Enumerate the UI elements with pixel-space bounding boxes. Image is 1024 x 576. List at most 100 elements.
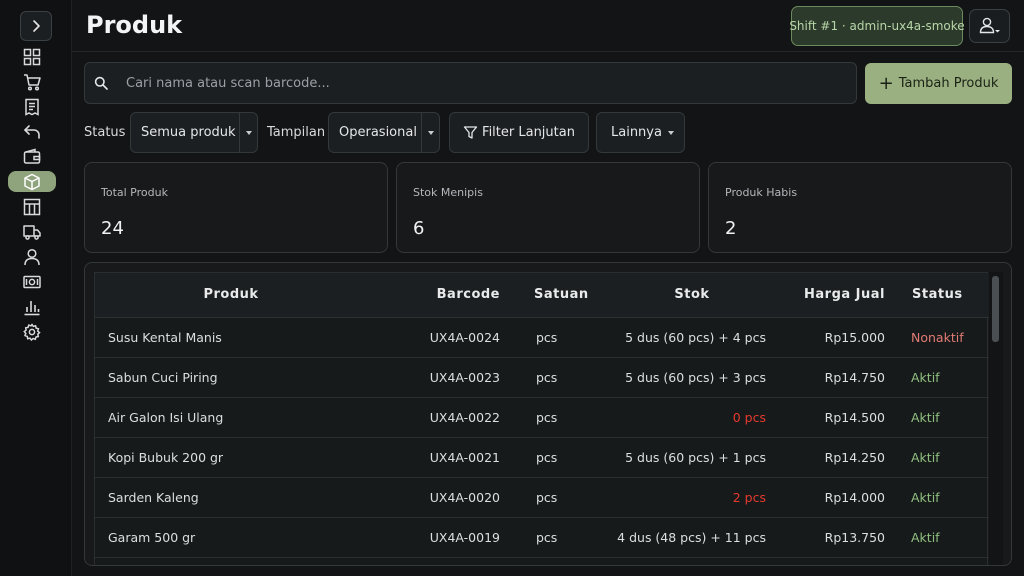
column-header-product[interactable]: Produk [95,273,367,318]
cell-status: Aktif [885,477,989,518]
more-options-button[interactable]: Lainnya [596,112,685,153]
column-header-unit[interactable]: Satuan [500,273,588,318]
view-filter-label: Tampilan [267,125,326,140]
cell-stock: 5 dus (60 pcs) + 3 pcs [578,357,766,398]
person-icon [24,248,40,265]
column-header-barcode[interactable]: Barcode [367,273,500,318]
table-scrollbar[interactable] [989,272,1003,565]
box-icon [24,173,40,190]
cell-product-name: Garam 500 gr [95,517,367,558]
add-product-button[interactable]: + Tambah Produk [865,63,1012,104]
cell-stock: 0 pcs [578,397,766,438]
status-filter-select[interactable]: Semua produk [130,112,258,153]
advanced-filter-label: Filter Lanjutan [482,125,575,140]
sidebar-item-delivery[interactable] [8,221,56,242]
page-title: Produk [86,11,183,39]
advanced-filter-button[interactable]: Filter Lanjutan [449,112,589,153]
cell-price: Rp15.000 [766,317,885,358]
stat-card-low-stock: Stok Menipis 6 [396,162,700,253]
cell-status: Aktif [885,437,989,478]
table-row[interactable]: Garam 500 gr UX4A-0019 pcs 4 dus (48 pcs) +… [95,517,989,558]
product-table-container: Produk Barcode Satuan Stok Harga Jual St… [94,272,989,565]
search-input[interactable] [126,68,826,98]
sidebar-item-cash[interactable] [8,271,56,292]
cell-stock: 5 dus (60 pcs) + 4 pcs [578,317,766,358]
cell-product-name: Air Galon Isi Ulang [95,397,367,438]
sidebar-item-reports[interactable] [8,296,56,317]
sidebar-item-products[interactable] [8,171,56,192]
cell-status: Aktif [885,517,989,558]
column-header-stock[interactable]: Stok [578,273,766,318]
table-row[interactable]: Kopi Bubuk 200 gr UX4A-0021 pcs 5 dus (60 p… [95,437,989,478]
sidebar-toggle-button[interactable] [20,11,52,41]
add-product-label: Tambah Produk [898,76,999,91]
cell-product-name: Sarden Kaleng [95,477,367,518]
shift-badge[interactable]: Shift #1 · admin-ux4a-smoke [789,6,965,46]
gear-icon [23,322,41,341]
cash-icon [23,275,41,288]
search-bar[interactable] [84,62,857,104]
sidebar-item-customers[interactable] [8,246,56,267]
table-body: Susu Kental Manis UX4A-0024 pcs 5 dus (60 p… [95,317,989,558]
cell-barcode: UX4A-0020 [367,477,500,518]
scrollbar-thumb[interactable] [992,276,999,342]
header-divider [72,51,1024,52]
cell-product-name: Kopi Bubuk 200 gr [95,437,367,478]
plus-icon: + [878,72,894,94]
user-menu-button[interactable] [969,9,1010,43]
table-row[interactable]: Sarden Kaleng UX4A-0020 pcs 2 pcs Rp14.000 Ak… [95,477,989,518]
view-filter-value: Operasional [339,125,417,140]
stat-card-total: Total Produk 24 [84,162,388,253]
cart-icon [24,73,41,91]
sidebar-item-dashboard[interactable] [8,46,56,67]
table-row[interactable]: Sabun Cuci Piring UX4A-0023 pcs 5 dus (60 p… [95,357,989,398]
column-header-status[interactable]: Status [885,273,989,318]
sidebar-item-transactions[interactable] [8,96,56,117]
product-table: Produk Barcode Satuan Stok Harga Jual St… [95,273,989,558]
cell-barcode: UX4A-0024 [367,317,500,358]
chevron-down-icon [994,30,1000,33]
column-header-price[interactable]: Harga Jual [766,273,885,318]
receipt-icon [25,98,39,116]
caret-down-icon [421,113,439,152]
cell-stock: 2 pcs [578,477,766,518]
sidebar-item-inventory[interactable] [8,196,56,217]
stat-label: Stok Menipis [413,186,483,199]
chevron-right-icon [33,20,40,32]
cell-barcode: UX4A-0023 [367,357,500,398]
cell-barcode: UX4A-0019 [367,517,500,558]
cell-barcode: UX4A-0022 [367,397,500,438]
cell-product-name: Susu Kental Manis [95,317,367,358]
sidebar-item-settings[interactable] [8,321,56,342]
table-header-row: Produk Barcode Satuan Stok Harga Jual St… [95,273,989,318]
return-arrow-icon [24,124,40,139]
cell-unit: pcs [500,517,578,558]
sidebar-item-returns[interactable] [8,121,56,142]
sidebar-item-sales[interactable] [8,71,56,92]
view-filter-select[interactable]: Operasional [328,112,440,153]
more-options-label: Lainnya [611,125,662,140]
stat-value: 24 [101,218,124,239]
caret-down-icon [239,113,257,152]
cell-unit: pcs [500,357,578,398]
status-filter-value: Semua produk [141,125,236,140]
cell-unit: pcs [500,317,578,358]
cell-product-name: Sabun Cuci Piring [95,357,367,398]
user-icon [979,17,1000,34]
stat-value: 2 [725,218,737,239]
cell-price: Rp14.500 [766,397,885,438]
table-row[interactable]: Air Galon Isi Ulang UX4A-0022 pcs 0 pcs Rp14… [95,397,989,438]
table-icon [23,198,41,215]
truck-icon [23,224,41,240]
stat-card-out-of-stock: Produk Habis 2 [708,162,1012,253]
wallet-icon [23,148,41,164]
table-row[interactable]: Susu Kental Manis UX4A-0024 pcs 5 dus (60 p… [95,317,989,358]
product-table-card: Produk Barcode Satuan Stok Harga Jual St… [84,262,1012,566]
cell-status: Aktif [885,397,989,438]
stat-label: Total Produk [101,186,168,199]
sidebar-item-wallet[interactable] [8,146,56,167]
stat-label: Produk Habis [725,186,798,199]
sidebar [0,0,72,576]
cell-price: Rp13.750 [766,517,885,558]
cell-price: Rp14.750 [766,357,885,398]
